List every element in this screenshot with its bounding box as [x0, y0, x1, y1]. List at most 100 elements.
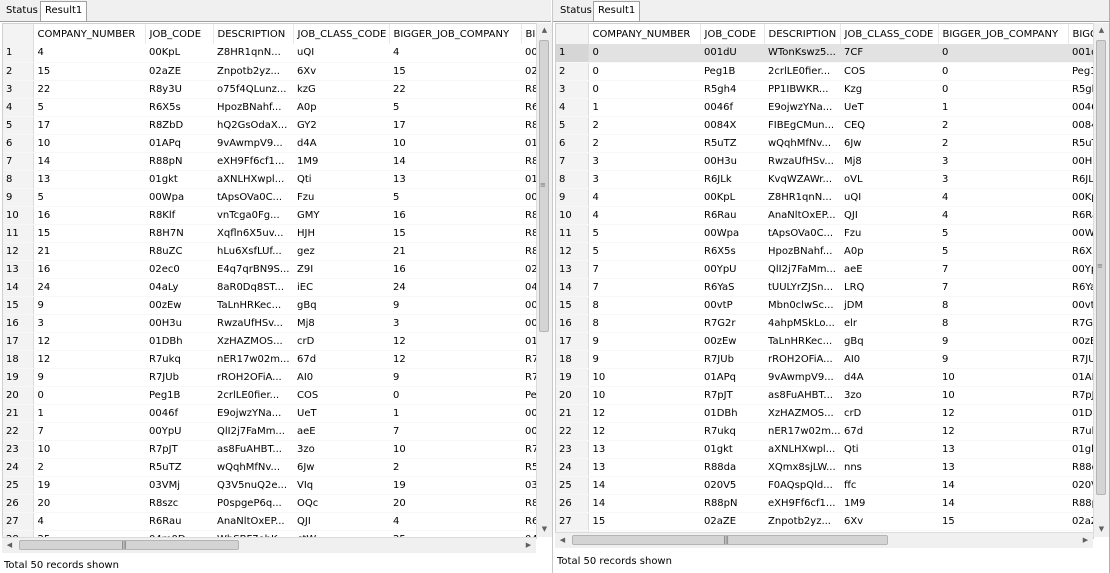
right-vertical-scrollbar[interactable]: ▲ ≡ ▼ [1093, 23, 1109, 537]
table-cell[interactable]: 4ahpMSkLo... [764, 314, 840, 333]
row-number[interactable]: 27 [556, 512, 589, 531]
table-row[interactable]: 23 10 R7pJT as8FuAHBT... 3zo 10 R7 [3, 440, 536, 459]
table-cell[interactable]: 01gk [1068, 440, 1093, 459]
row-number[interactable]: 12 [556, 242, 589, 261]
table-cell[interactable]: 00 [521, 404, 536, 423]
table-cell[interactable]: R6 [521, 98, 536, 117]
table-cell[interactable]: gBq [293, 296, 389, 315]
table-cell[interactable]: 22 [389, 80, 521, 99]
scroll-up-arrow-icon[interactable]: ▲ [537, 23, 552, 38]
table-cell[interactable]: 9 [389, 368, 521, 387]
row-number[interactable]: 5 [556, 116, 589, 135]
table-cell[interactable]: A0p [293, 98, 389, 117]
table-cell[interactable]: 8 [938, 296, 1068, 315]
table-cell[interactable]: 3 [588, 170, 700, 189]
table-row[interactable]: 14 7 R6YaS tUULYrZJSn... LRQ 7 R6Ya [556, 278, 1093, 297]
row-number[interactable]: 14 [3, 278, 34, 297]
column-header[interactable]: COMPANY_NUMBER [588, 24, 701, 44]
table-cell[interactable]: R6X5s [145, 98, 213, 117]
table-cell[interactable]: R7G2 [1068, 314, 1093, 333]
table-row[interactable]: 21 1 0046f E9ojwzYNa... UeT 1 00 [3, 404, 536, 423]
table-cell[interactable]: 0084 [1068, 116, 1093, 135]
table-cell[interactable]: 12 [33, 350, 145, 369]
table-cell[interactable]: R5uT [1068, 134, 1093, 153]
table-cell[interactable]: CEQ [840, 116, 938, 135]
table-cell[interactable]: 9 [938, 332, 1068, 351]
column-header[interactable]: JOB_CLASS_CODE [840, 24, 939, 44]
table-row[interactable]: 20 0 Peg1B 2crlLE0fier... COS 0 Pe [3, 386, 536, 405]
table-cell[interactable]: R8uZC [145, 242, 213, 261]
table-cell[interactable]: iEC [293, 278, 389, 297]
table-cell[interactable]: E9ojwzYNa... [764, 98, 840, 117]
row-number[interactable]: 3 [3, 80, 34, 99]
table-cell[interactable]: AI0 [840, 350, 938, 369]
table-cell[interactable]: R8Klf [145, 206, 213, 225]
table-cell[interactable]: R88d [1068, 458, 1093, 477]
table-row[interactable]: 27 4 R6Rau AnaNltOxEP... QJI 4 R6 [3, 512, 536, 531]
row-number[interactable]: 12 [3, 242, 34, 261]
table-cell[interactable]: Znpotb2yz... [764, 512, 840, 531]
row-number[interactable]: 5 [3, 116, 34, 135]
table-cell[interactable]: 14 [588, 476, 700, 495]
table-cell[interactable]: 10 [389, 440, 521, 459]
table-cell[interactable]: 01gkt [145, 170, 213, 189]
table-row[interactable]: 26 20 R8szc P0spgeP6q... OQc 20 R8 [3, 494, 536, 513]
table-cell[interactable]: nER17w02m... [764, 422, 840, 441]
table-cell[interactable]: 3zo [840, 386, 938, 405]
table-cell[interactable]: 04 [521, 278, 536, 297]
table-cell[interactable]: Peg1B [145, 386, 213, 405]
table-cell[interactable]: R6Ya [1068, 278, 1093, 297]
table-cell[interactable]: 8 [938, 314, 1068, 333]
table-cell[interactable]: 0 [938, 80, 1068, 99]
table-cell[interactable]: 15 [33, 62, 145, 81]
table-cell[interactable]: Z9I [293, 260, 389, 279]
table-row[interactable]: 20Peg1B2crlLE0fier...COS0Peg1 [556, 62, 1093, 81]
table-cell[interactable]: 01DBh [700, 404, 764, 423]
table-cell[interactable]: R8 [521, 116, 536, 135]
table-cell[interactable]: 5 [588, 224, 700, 243]
table-cell[interactable]: 02aZE [145, 62, 213, 81]
table-cell[interactable]: R8 [521, 206, 536, 225]
row-number[interactable]: 15 [556, 296, 589, 315]
table-cell[interactable]: R6Rau [700, 206, 764, 225]
table-cell[interactable]: AnaNltOxEP... [213, 512, 293, 531]
table-row[interactable]: 14 24 04aLy 8aR0Dq8ST... iEC 24 04 [3, 278, 536, 297]
column-header[interactable]: BI [521, 24, 536, 44]
right-horizontal-scroll-thumb[interactable]: ||| [572, 535, 888, 545]
table-cell[interactable]: wQqhMfNv... [764, 134, 840, 153]
table-cell[interactable]: 00KpL [145, 44, 213, 63]
table-cell[interactable]: 9 [588, 332, 700, 351]
row-number[interactable]: 6 [556, 134, 589, 153]
row-number[interactable]: 3 [556, 80, 589, 99]
table-cell[interactable]: 12 [938, 422, 1068, 441]
row-number[interactable]: 2 [556, 62, 589, 81]
table-row[interactable]: 16 3 00H3u RwzaUfHSv... Mj8 3 00 [3, 314, 536, 333]
row-number[interactable]: 14 [556, 278, 589, 297]
table-cell[interactable]: 4 [588, 188, 700, 207]
table-cell[interactable]: 4 [389, 512, 521, 531]
table-cell[interactable]: 2 [33, 458, 145, 477]
row-number[interactable]: 26 [556, 494, 589, 513]
left-result-grid[interactable]: COMPANY_NUMBER JOB_CODE DESCRIPTION JOB_CLA… [2, 23, 537, 539]
table-cell[interactable]: 9vAwmpV9... [213, 134, 293, 153]
table-cell[interactable]: Qti [840, 440, 938, 459]
row-number[interactable]: 10 [3, 206, 34, 225]
table-cell[interactable]: 9 [389, 296, 521, 315]
table-cell[interactable]: 00 [521, 314, 536, 333]
row-number[interactable]: 19 [3, 368, 34, 387]
table-cell[interactable]: R7JU [1068, 350, 1093, 369]
table-cell[interactable]: R8 [521, 152, 536, 171]
column-header[interactable]: COMPANY_NUMBER [33, 24, 146, 44]
table-cell[interactable]: HJH [293, 224, 389, 243]
table-cell[interactable]: aeE [293, 422, 389, 441]
table-cell[interactable]: 21 [389, 242, 521, 261]
table-cell[interactable]: 00Kp [1068, 188, 1093, 207]
table-cell[interactable]: QlI2j7FaMm... [213, 422, 293, 441]
table-cell[interactable]: 2 [588, 116, 700, 135]
table-cell[interactable]: 02aZE [700, 512, 764, 531]
table-cell[interactable]: 2 [938, 116, 1068, 135]
table-cell[interactable]: Znpotb2yz... [213, 62, 293, 81]
table-cell[interactable]: 01AP [1068, 368, 1093, 387]
table-cell[interactable]: 12 [33, 332, 145, 351]
table-row[interactable]: 20 10 R7pJT as8FuAHBT... 3zo 10 R7pJ [556, 386, 1093, 405]
